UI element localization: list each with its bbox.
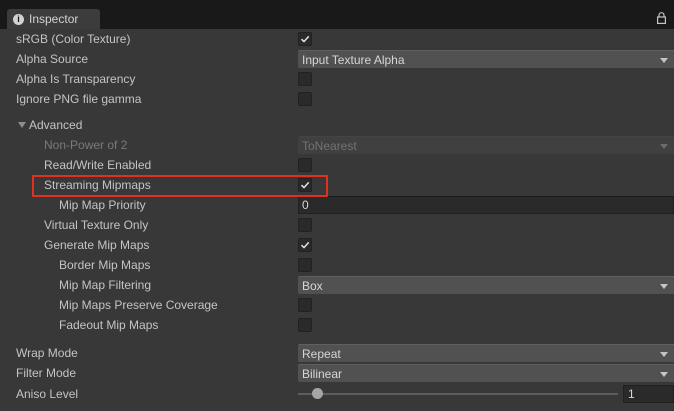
dropdown-arrow-icon: [660, 352, 668, 357]
checkmark-icon: [300, 35, 310, 43]
row-border-mip-maps: Border Mip Maps: [0, 255, 674, 275]
inspector-window: i Inspector sRGB (Color Texture) Alpha S…: [0, 0, 674, 411]
mip-map-filtering-label: Mip Map Filtering: [59, 278, 152, 292]
alpha-is-transparency-checkbox[interactable]: [298, 72, 312, 86]
fadeout-mip-maps-label: Fadeout Mip Maps: [59, 318, 159, 332]
row-read-write-enabled: Read/Write Enabled: [0, 155, 674, 175]
streaming-mipmaps-highlight: [32, 175, 328, 197]
border-mip-maps-label: Border Mip Maps: [59, 258, 151, 272]
filter-mode-value: Bilinear: [302, 367, 343, 381]
srgb-label: sRGB (Color Texture): [16, 32, 131, 46]
generate-mip-maps-checkbox[interactable]: [298, 238, 312, 252]
aniso-level-slider-track[interactable]: [298, 393, 618, 395]
row-ignore-png-gamma: Ignore PNG file gamma: [0, 89, 674, 109]
ignore-png-gamma-label: Ignore PNG file gamma: [16, 92, 142, 106]
row-aniso-level: Aniso Level 1: [0, 384, 674, 404]
non-power-of-2-label: Non-Power of 2: [44, 138, 128, 152]
mip-map-priority-label: Mip Map Priority: [59, 198, 146, 212]
advanced-foldout-label[interactable]: Advanced: [29, 115, 82, 135]
tab-inspector-label: Inspector: [29, 12, 79, 26]
mip-maps-preserve-coverage-label: Mip Maps Preserve Coverage: [59, 298, 218, 312]
tab-inspector[interactable]: i Inspector: [7, 9, 100, 29]
row-mip-map-priority: Mip Map Priority 0: [0, 195, 674, 215]
checkmark-icon: [300, 241, 310, 249]
alpha-source-value: Input Texture Alpha: [302, 53, 405, 67]
mip-maps-preserve-coverage-checkbox[interactable]: [298, 298, 312, 312]
alpha-is-transparency-label: Alpha Is Transparency: [16, 72, 136, 86]
dropdown-arrow-icon: [660, 58, 668, 63]
ignore-png-gamma-checkbox[interactable]: [298, 92, 312, 106]
wrap-mode-value: Repeat: [302, 347, 341, 361]
info-icon: i: [13, 13, 24, 25]
row-mip-maps-preserve-coverage: Mip Maps Preserve Coverage: [0, 295, 674, 315]
srgb-checkbox[interactable]: [298, 32, 312, 46]
row-fadeout-mip-maps: Fadeout Mip Maps: [0, 315, 674, 335]
row-advanced[interactable]: Advanced: [0, 115, 674, 135]
filter-mode-dropdown[interactable]: Bilinear: [298, 364, 674, 382]
dropdown-arrow-icon: [660, 144, 668, 149]
alpha-source-label: Alpha Source: [16, 52, 89, 66]
virtual-texture-only-checkbox[interactable]: [298, 218, 312, 232]
alpha-source-dropdown[interactable]: Input Texture Alpha: [298, 50, 674, 68]
generate-mip-maps-label: Generate Mip Maps: [44, 238, 150, 252]
wrap-mode-label: Wrap Mode: [16, 346, 78, 360]
dropdown-arrow-icon: [660, 372, 668, 377]
read-write-enabled-label: Read/Write Enabled: [44, 158, 152, 172]
tab-bar: i Inspector: [0, 0, 674, 29]
aniso-level-label: Aniso Level: [16, 387, 79, 401]
non-power-of-2-dropdown: ToNearest: [298, 136, 674, 154]
row-wrap-mode: Wrap Mode Repeat: [0, 343, 674, 363]
foldout-arrow-icon[interactable]: [18, 122, 26, 128]
border-mip-maps-checkbox[interactable]: [298, 258, 312, 272]
fadeout-mip-maps-checkbox[interactable]: [298, 318, 312, 332]
row-srgb: sRGB (Color Texture): [0, 29, 674, 49]
non-power-of-2-value: ToNearest: [302, 139, 357, 153]
dropdown-arrow-icon: [660, 284, 668, 289]
wrap-mode-dropdown[interactable]: Repeat: [298, 344, 674, 362]
lock-icon[interactable]: [657, 12, 666, 24]
row-non-power-of-2: Non-Power of 2 ToNearest: [0, 135, 674, 155]
read-write-enabled-checkbox[interactable]: [298, 158, 312, 172]
virtual-texture-only-label: Virtual Texture Only: [44, 218, 149, 232]
row-generate-mip-maps: Generate Mip Maps: [0, 235, 674, 255]
aniso-level-slider-thumb[interactable]: [311, 388, 323, 399]
inspector-content: sRGB (Color Texture) Alpha Source Input …: [0, 29, 674, 411]
mip-map-filtering-value: Box: [302, 279, 323, 293]
row-mip-map-filtering: Mip Map Filtering Box: [0, 275, 674, 295]
mip-map-priority-field[interactable]: 0: [298, 196, 674, 214]
row-alpha-is-transparency: Alpha Is Transparency: [0, 69, 674, 89]
row-virtual-texture-only: Virtual Texture Only: [0, 215, 674, 235]
aniso-level-field[interactable]: 1: [623, 385, 674, 403]
filter-mode-label: Filter Mode: [16, 366, 77, 380]
row-alpha-source: Alpha Source Input Texture Alpha: [0, 49, 674, 69]
mip-map-filtering-dropdown[interactable]: Box: [298, 276, 674, 294]
row-filter-mode: Filter Mode Bilinear: [0, 363, 674, 383]
